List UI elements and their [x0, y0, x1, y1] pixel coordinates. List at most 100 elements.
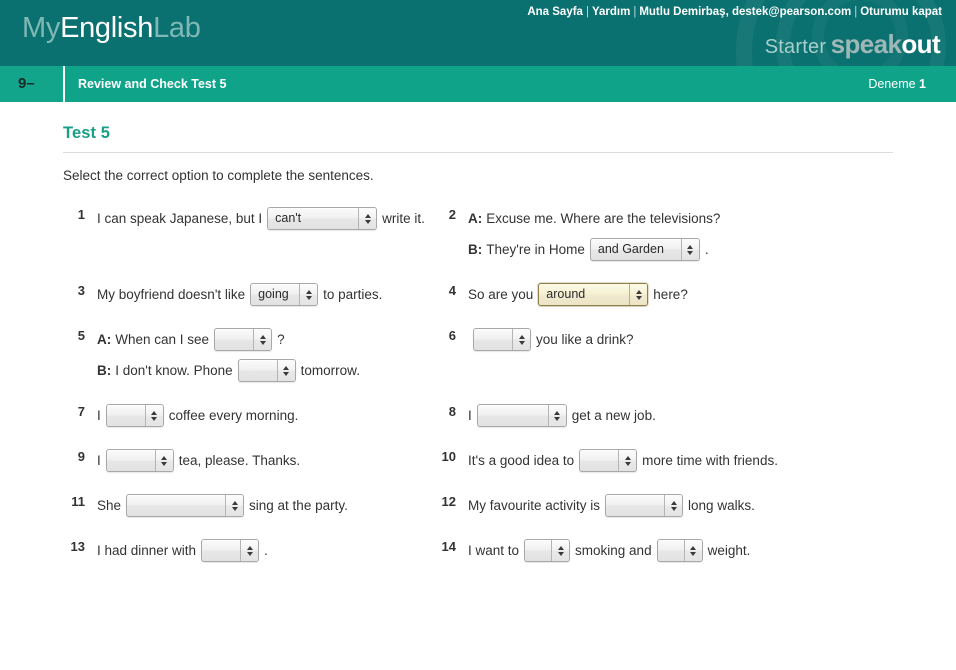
question-column-left: 11 She sing at the party. [0, 490, 434, 521]
logo-part-my: My [22, 12, 61, 44]
sentence-text: write it. [382, 211, 425, 226]
answer-select-q11-1[interactable] [126, 494, 245, 517]
answer-select-q5-1[interactable] [214, 328, 273, 351]
question-row: 3 My boyfriend doesn't like going to partie… [0, 279, 956, 310]
select-value [127, 495, 225, 516]
question-body: I had dinner with. [97, 535, 268, 566]
answer-select-q2-1[interactable]: and Garden [589, 238, 700, 261]
chevron-up-icon [161, 455, 168, 460]
select-value [107, 405, 145, 426]
myenglishlab-logo[interactable]: MyEnglishLab [22, 11, 201, 45]
sentence-text: I can speak Japanese, but I [97, 211, 263, 226]
chevron-up-icon [259, 334, 266, 339]
main-content: Test 5 Select the correct option to comp… [0, 124, 956, 566]
select-stepper-arrows-icon[interactable] [358, 208, 377, 229]
question-body: A: When can I see? B: I don't know. Phone to… [97, 324, 360, 386]
answer-select-q14-1[interactable] [524, 539, 571, 562]
answer-select-q4-1[interactable]: around [538, 283, 649, 306]
chevron-up-icon [690, 545, 697, 550]
sentence-text: Excuse me. Where are the televisions? [486, 211, 721, 226]
question-number: 12 [441, 494, 456, 509]
question-item: 8 Iget a new job. [434, 400, 924, 431]
select-value [580, 450, 618, 471]
chevron-down-icon [554, 416, 561, 421]
select-stepper-arrows-icon[interactable] [299, 284, 318, 305]
question-number: 5 [77, 328, 85, 343]
sentence-text: weight. [707, 543, 751, 558]
answer-select-q3-1[interactable]: going [250, 283, 319, 306]
answer-select-q9-1[interactable] [105, 449, 174, 472]
select-stepper-arrows-icon[interactable] [512, 329, 530, 350]
question-column-right: 6 you like a drink? [434, 324, 924, 386]
select-value: and Garden [597, 242, 664, 256]
question-column-right: 12 My favourite activity is long walks. [434, 490, 924, 521]
question-number: 9 [77, 449, 85, 464]
question-line: It's a good idea to more time with friend… [468, 445, 778, 476]
select-stepper-arrows-icon[interactable] [240, 540, 259, 561]
answer-select-q14-3[interactable] [656, 539, 703, 562]
sentence-text: I [97, 453, 101, 468]
answer-select-q7-1[interactable] [105, 404, 164, 427]
chevron-down-icon [305, 295, 312, 300]
answer-select-q8-1[interactable] [476, 404, 567, 427]
chevron-down-icon [283, 371, 290, 376]
logo-part-lab: Lab [153, 12, 201, 44]
separator-2: | [633, 6, 637, 18]
sentence-text: My favourite activity is [468, 498, 601, 513]
question-body: So are you around here? [468, 279, 688, 310]
select-stepper-arrows-icon[interactable] [551, 540, 570, 561]
question-line: My boyfriend doesn't like going to parties… [97, 279, 382, 310]
select-value: around [546, 287, 586, 301]
speakout-brand-logo: Starter speakout [765, 29, 941, 64]
question-column-left: 3 My boyfriend doesn't like going to partie… [0, 279, 434, 310]
select-stepper-arrows-icon[interactable] [547, 405, 566, 426]
select-stepper-arrows-icon[interactable] [618, 450, 637, 471]
unit-navbar: 9– Review and Check Test 5 Deneme 1 [0, 66, 956, 102]
link-home[interactable]: Ana Sayfa [527, 6, 583, 18]
brand-name-speak: speak [830, 29, 902, 59]
answer-select-q10-1[interactable] [579, 449, 638, 472]
select-stepper-arrows-icon[interactable] [154, 450, 173, 471]
question-number: 14 [441, 539, 456, 554]
select-stepper-arrows-icon[interactable] [144, 405, 163, 426]
question-body: My boyfriend doesn't like going to parties… [97, 279, 382, 310]
question-line: So are you around here? [468, 279, 688, 310]
question-item: 14 I want to smoking and weight. [434, 535, 924, 566]
link-logout[interactable]: Oturumu kapat [860, 6, 942, 18]
select-value [658, 540, 684, 561]
sentence-text: She [97, 498, 122, 513]
link-help[interactable]: Yardım [592, 6, 630, 18]
select-stepper-arrows-icon[interactable] [629, 284, 648, 305]
chevron-down-icon [690, 551, 697, 556]
chevron-up-icon [624, 455, 631, 460]
question-item: 4 So are you around here? [434, 279, 924, 310]
question-column-left: 13 I had dinner with. [0, 535, 434, 566]
answer-select-q1-1[interactable]: can't [267, 207, 378, 230]
question-item: 9 Itea, please. Thanks. [63, 445, 434, 476]
answer-select-q13-1[interactable] [201, 539, 260, 562]
select-stepper-arrows-icon[interactable] [664, 495, 683, 516]
select-stepper-arrows-icon[interactable] [683, 540, 702, 561]
select-stepper-arrows-icon[interactable] [276, 360, 295, 381]
question-item: 5 A: When can I see? B: I don't know. Phone t… [63, 324, 434, 386]
answer-select-q6[interactable] [473, 328, 531, 351]
chevron-up-icon [246, 545, 253, 550]
question-column-left: 7 Icoffee every morning. [0, 400, 434, 431]
brand-name-out: out [901, 29, 940, 59]
select-stepper-arrows-icon[interactable] [225, 495, 244, 516]
logo-part-english: English [60, 12, 154, 44]
select-stepper-arrows-icon[interactable] [253, 329, 272, 350]
chevron-down-icon [246, 551, 253, 556]
sentence-text: I [468, 408, 472, 423]
sentence-text: I don't know. Phone [115, 363, 233, 378]
select-stepper-arrows-icon[interactable] [680, 239, 699, 260]
answer-select-q12-1[interactable] [605, 494, 684, 517]
question-body: I can speak Japanese, but I can't write it… [97, 203, 425, 234]
chevron-up-icon [151, 410, 158, 415]
sentence-text: tomorrow. [300, 363, 360, 378]
chevron-up-icon [364, 213, 371, 218]
sentence-text: They're in Home [486, 242, 585, 257]
link-user-account[interactable]: Mutlu Demirbaş, destek@pearson.com [639, 6, 851, 18]
question-line: I can speak Japanese, but I can't write it… [97, 203, 425, 234]
answer-select-q5-1[interactable] [237, 359, 296, 382]
